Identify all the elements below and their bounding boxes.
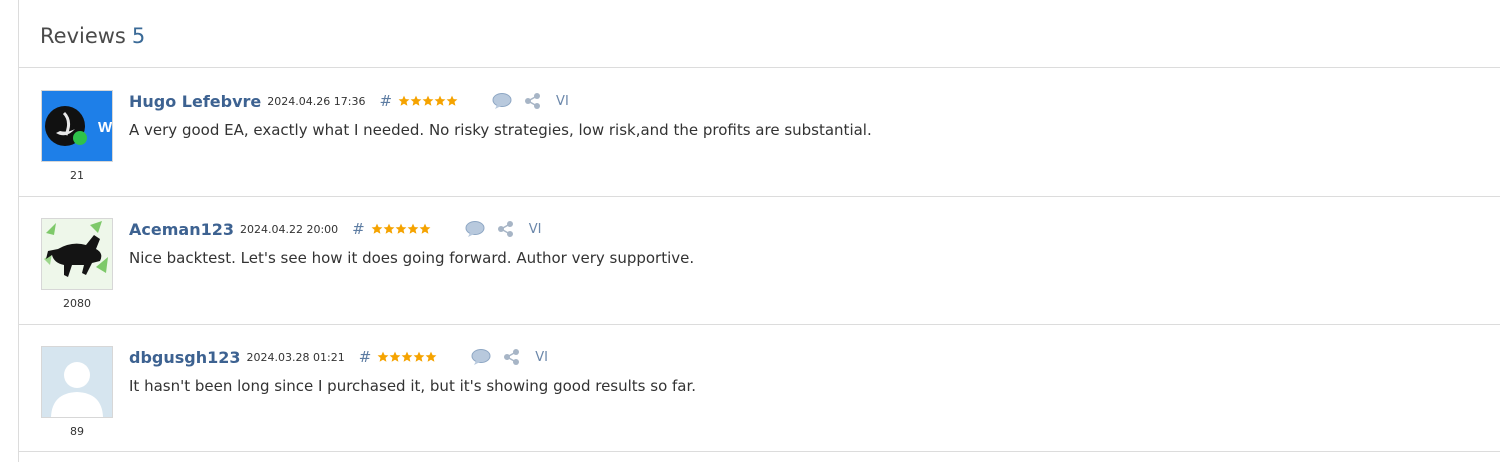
vi-button[interactable]: VI: [535, 350, 548, 365]
star-icon: [425, 351, 437, 362]
default-user-avatar-icon: [42, 347, 112, 417]
review-actions: VI: [471, 348, 548, 366]
logo-avatar-icon: W: [42, 91, 112, 161]
share-icon[interactable]: [497, 220, 515, 238]
review-permalink[interactable]: #: [359, 348, 372, 366]
bull-avatar-icon: [42, 219, 112, 289]
star-icon: [407, 223, 419, 234]
user-avatar[interactable]: [41, 346, 113, 418]
share-icon[interactable]: [524, 92, 542, 110]
review-item: W 21 Hugo Lefebvre 2024.04.26 17:36 # VI…: [19, 69, 1500, 197]
reviews-title: Reviews 5: [40, 24, 145, 48]
reviewer-name-link[interactable]: Hugo Lefebvre: [129, 92, 261, 111]
reviews-title-text: Reviews: [40, 24, 126, 48]
review-date: 2024.03.28 01:21: [246, 350, 345, 364]
review-date: 2024.04.22 20:00: [239, 222, 339, 236]
star-rating: [398, 95, 458, 107]
review-meta: dbgusgh123 2024.03.28 01:21 # VI: [129, 346, 548, 368]
review-actions: VI: [465, 220, 542, 238]
reviews-panel: Reviews 5 W 21 Hugo Lefebvre 2024.04.26 1…: [18, 0, 1500, 462]
reviewer-name-link[interactable]: dbgusgh123: [129, 348, 241, 367]
speech-bubble-icon[interactable]: [471, 349, 491, 365]
user-rating-number: 21: [70, 169, 84, 182]
star-icon: [446, 95, 458, 106]
star-icon: [395, 223, 407, 234]
star-icon: [377, 351, 389, 362]
star-icon: [383, 223, 395, 234]
review-actions: VI: [492, 92, 569, 110]
star-icon: [410, 95, 422, 106]
review-item: 2080 Aceman123 2024.04.22 20:00 # VI Nic…: [19, 197, 1500, 325]
star-icon: [422, 95, 434, 106]
vi-button[interactable]: VI: [529, 222, 542, 237]
star-rating: [377, 351, 437, 363]
review-text: It hasn't been long since I purchased it…: [129, 377, 697, 395]
star-icon: [371, 223, 383, 234]
user-rating-number: 89: [70, 425, 84, 438]
user-avatar[interactable]: [41, 218, 113, 290]
reviews-count: 5: [131, 24, 146, 48]
review-permalink[interactable]: #: [379, 92, 392, 110]
share-icon[interactable]: [503, 348, 521, 366]
star-icon: [401, 351, 413, 362]
review-meta: Hugo Lefebvre 2024.04.26 17:36 # VI: [129, 90, 569, 112]
star-icon: [413, 351, 425, 362]
star-icon: [434, 95, 446, 106]
speech-bubble-icon[interactable]: [465, 221, 485, 237]
reviews-header: Reviews 5: [19, 0, 1500, 68]
star-rating: [371, 223, 431, 235]
review-text: A very good EA, exactly what I needed. N…: [129, 121, 872, 139]
star-icon: [398, 95, 410, 106]
user-avatar[interactable]: W: [41, 90, 113, 162]
review-date: 2024.04.26 17:36: [267, 94, 366, 108]
review-item: 89 dbgusgh123 2024.03.28 01:21 # VI It h…: [19, 325, 1500, 452]
review-meta: Aceman123 2024.04.22 20:00 # VI: [129, 218, 541, 240]
star-icon: [389, 351, 401, 362]
review-permalink[interactable]: #: [352, 220, 365, 238]
vi-button[interactable]: VI: [556, 94, 569, 109]
review-text: Nice backtest. Let's see how it does goi…: [129, 249, 695, 267]
star-icon: [419, 223, 431, 234]
reviewer-name-link[interactable]: Aceman123: [129, 220, 234, 239]
svg-text:W: W: [98, 119, 112, 136]
user-rating-number: 2080: [63, 297, 91, 310]
speech-bubble-icon[interactable]: [492, 93, 512, 109]
